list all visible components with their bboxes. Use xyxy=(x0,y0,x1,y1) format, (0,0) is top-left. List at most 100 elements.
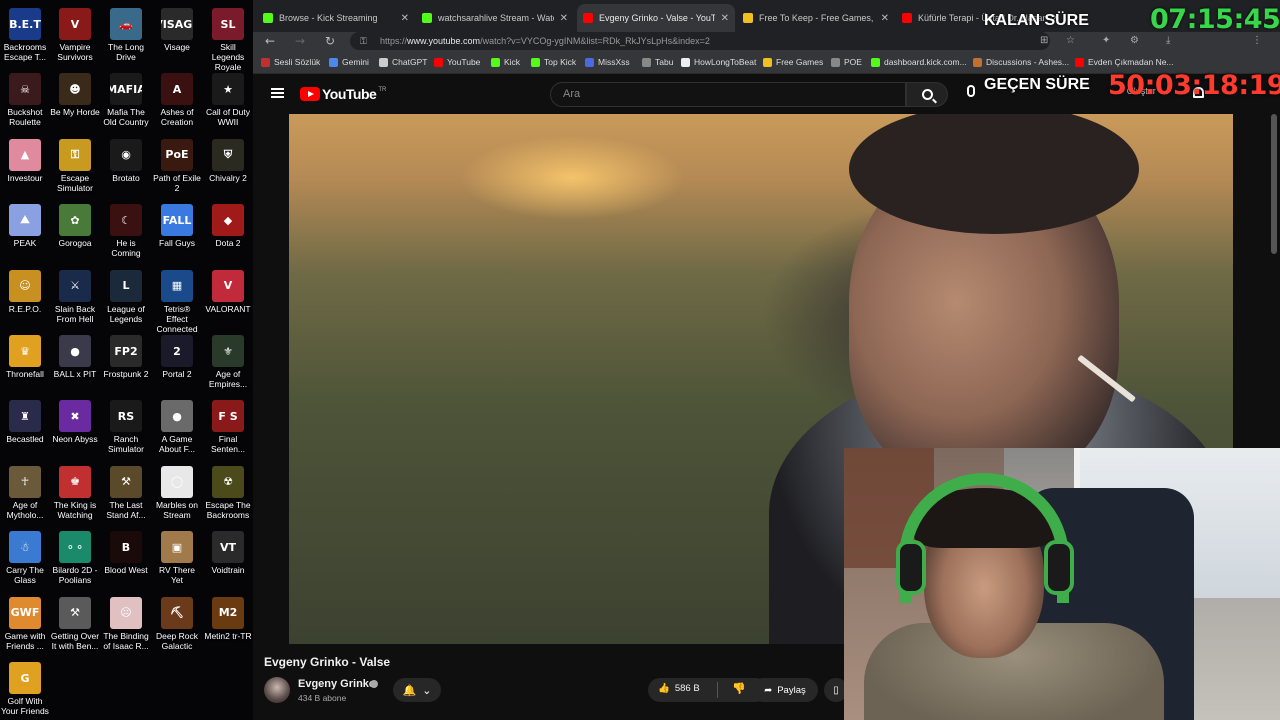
channel-name[interactable]: Evgeny Grinko xyxy=(298,678,376,690)
browser-tab[interactable]: watchsarahlive Stream - Watch Live ✕ xyxy=(416,4,574,32)
desktop-icon[interactable]: ☾ He is Coming xyxy=(101,200,151,262)
back-icon[interactable]: ← xyxy=(265,34,275,48)
tab-close-icon[interactable]: ✕ xyxy=(401,13,409,24)
desktop-icon[interactable]: ☃ Carry The Glass xyxy=(0,527,50,589)
desktop-icon[interactable]: ⚿ Escape Simulator xyxy=(50,135,100,197)
desktop-icon[interactable]: B Blood West xyxy=(101,527,151,589)
desktop-icon[interactable]: ♛ Thronefall xyxy=(0,331,50,393)
desktop-icon[interactable]: V Vampire Survivors xyxy=(50,4,100,66)
more-menu-icon[interactable]: ⋮ xyxy=(1252,35,1262,46)
reload-icon[interactable]: ↻ xyxy=(325,34,335,48)
desktop-icon[interactable]: ⚜ Age of Empires... xyxy=(203,331,253,393)
page-scrollbar[interactable] xyxy=(1271,114,1277,254)
desktop-icon[interactable]: ⚒ Getting Over It with Ben... xyxy=(50,593,100,655)
site-info-icon[interactable]: ⚿ xyxy=(360,32,367,50)
browser-tab[interactable]: Free To Keep - Free Games, Every ✕ xyxy=(737,4,895,32)
desktop-icon[interactable]: ☺ R.E.P.O. xyxy=(0,266,50,328)
desktop-icon[interactable]: ⚔ Slain Back From Hell xyxy=(50,266,100,328)
microphone-icon[interactable] xyxy=(967,85,975,97)
desktop-icon[interactable]: ☥ Age of Mytholo... xyxy=(0,462,50,524)
youtube-logo[interactable]: YouTube TR xyxy=(300,86,386,102)
desktop-icon[interactable]: ⚒ The Last Stand Af... xyxy=(101,462,151,524)
desktop-icon[interactable]: ♜ Becastled xyxy=(0,396,50,458)
desktop-icon[interactable]: ♚ The King is Watching xyxy=(50,462,100,524)
desktop-icon[interactable]: ● BALL x PIT xyxy=(50,331,100,393)
desktop-icon[interactable]: V VALORANT xyxy=(203,266,253,328)
browser-tab[interactable]: Evgeny Grinko - Valse - YouTube ✕ xyxy=(577,4,735,32)
share-button[interactable]: ➦ Paylaş xyxy=(752,678,818,702)
desktop-icon[interactable]: ✖ Neon Abyss xyxy=(50,396,100,458)
search-button[interactable] xyxy=(906,82,948,107)
desktop-icon[interactable]: ▦ Tetris® Effect Connected xyxy=(152,266,202,334)
bookmark-item[interactable]: dashboard.kick.com... xyxy=(871,57,967,67)
share-icon: ➦ xyxy=(764,684,773,696)
desktop-icon[interactable]: FALL Fall Guys xyxy=(152,200,202,262)
desktop-icon[interactable]: ▲ Investour xyxy=(0,135,50,197)
desktop-icon[interactable]: MAFIA Mafia The Old Country xyxy=(101,69,151,131)
bookmark-item[interactable]: Tabu xyxy=(642,57,673,67)
install-icon[interactable]: ⊞ xyxy=(1040,35,1048,46)
desktop-icon[interactable]: ◉ Brotato xyxy=(101,135,151,197)
forward-icon[interactable]: → xyxy=(295,34,305,48)
desktop-icon[interactable]: ● A Game About F... xyxy=(152,396,202,458)
desktop-icon[interactable]: F S Final Senten... xyxy=(203,396,253,458)
desktop-icon[interactable]: ◆ Dota 2 xyxy=(203,200,253,262)
desktop-icon[interactable]: ◯ Marbles on Stream xyxy=(152,462,202,524)
bookmark-item[interactable]: YouTube xyxy=(434,57,480,67)
browser-tab[interactable]: Browse - Kick Streaming ✕ xyxy=(257,4,415,32)
tab-close-icon[interactable]: ✕ xyxy=(560,13,568,24)
menu-icon[interactable] xyxy=(271,88,284,98)
desktop-icon[interactable]: SL Skill Legends Royale xyxy=(203,4,253,72)
desktop-icon[interactable]: M2 Metin2 tr-TR xyxy=(203,593,253,655)
bookmark-item[interactable]: Top Kick xyxy=(531,57,576,67)
desktop-icon[interactable]: L League of Legends xyxy=(101,266,151,328)
desktop-icon-label: The Binding of Isaac R... xyxy=(103,630,149,651)
desktop-icon[interactable]: GWF Game with Friends ... xyxy=(0,593,50,655)
like-button[interactable]: 👍 586 B xyxy=(658,683,700,694)
desktop-icon[interactable]: ☢ Escape The Backrooms xyxy=(203,462,253,524)
bookmark-item[interactable]: Evden Çıkmadan Ne... xyxy=(1075,57,1174,67)
desktop-icon[interactable]: ★ Call of Duty WWII xyxy=(203,69,253,131)
thumbs-down-icon[interactable]: 👎 xyxy=(732,682,746,695)
desktop-icon[interactable]: A Ashes of Creation xyxy=(152,69,202,131)
desktop-icon[interactable]: PoE Path of Exile 2 xyxy=(152,135,202,197)
desktop-icon[interactable]: RS Ranch Simulator xyxy=(101,396,151,458)
bookmark-item[interactable]: MissXss xyxy=(585,57,630,67)
desktop-icon[interactable]: ⛰ PEAK xyxy=(0,200,50,262)
bookmark-item[interactable]: Gemini xyxy=(329,57,369,67)
desktop-icon[interactable]: ▣ RV There Yet xyxy=(152,527,202,589)
bookmark-item[interactable]: POE xyxy=(831,57,862,67)
desktop-icon[interactable]: FP2 Frostpunk 2 xyxy=(101,331,151,393)
desktop-icon[interactable]: B.E.T Backrooms Escape T... xyxy=(0,4,50,66)
tab-close-icon[interactable]: ✕ xyxy=(881,13,889,24)
desktop-icon[interactable]: ☻ Be My Horde xyxy=(50,69,100,131)
game-icon: G xyxy=(9,662,41,694)
channel-avatar[interactable] xyxy=(264,677,290,703)
extensions-puzzle-icon[interactable]: ⚙ xyxy=(1130,35,1139,46)
bookmark-item[interactable]: Kick xyxy=(491,57,520,67)
download-icon[interactable]: ⤓ xyxy=(1166,35,1170,46)
bookmark-item[interactable]: ChatGPT xyxy=(379,57,427,67)
desktop-icon[interactable]: ✿ Gorogoa xyxy=(50,200,100,262)
desktop-icon[interactable]: G Golf With Your Friends xyxy=(0,658,50,720)
bookmark-star-icon[interactable]: ☆ xyxy=(1066,35,1075,46)
desktop-icon[interactable]: ⛏ Deep Rock Galactic xyxy=(152,593,202,655)
desktop-icon[interactable]: 2 Portal 2 xyxy=(152,331,202,393)
desktop-icon[interactable]: ☠ Buckshot Roulette xyxy=(0,69,50,131)
bookmark-item[interactable]: Sesli Sözlük xyxy=(261,57,320,67)
search-input[interactable]: Ara xyxy=(550,82,906,107)
bookmark-item[interactable]: Discussions - Ashes... xyxy=(973,57,1069,67)
desktop-icon[interactable]: VISAGE Visage xyxy=(152,4,202,66)
tab-close-icon[interactable]: ✕ xyxy=(721,13,729,24)
desktop-icon[interactable]: ⛨ Chivalry 2 xyxy=(203,135,253,197)
desktop-icon[interactable]: ⚬⚬ Bilardo 2D - Poolians xyxy=(50,527,100,589)
desktop-icon[interactable]: 🚗 The Long Drive xyxy=(101,4,151,66)
extension-icon[interactable]: ✦ xyxy=(1102,35,1110,46)
desktop-icon[interactable]: ☹ The Binding of Isaac R... xyxy=(101,593,151,655)
bookmark-item[interactable]: HowLongToBeat xyxy=(681,57,756,67)
desktop-icon[interactable]: VT Voidtrain xyxy=(203,527,253,589)
bookmark-item[interactable]: Free Games xyxy=(763,57,823,67)
address-bar[interactable]: ⚿ https://www.youtube.com/watch?v=VYCOg-… xyxy=(350,32,1050,50)
notification-bell-button[interactable]: 🔔 ⌄ xyxy=(393,678,441,702)
desktop-icon-label: Gorogoa xyxy=(58,238,92,249)
